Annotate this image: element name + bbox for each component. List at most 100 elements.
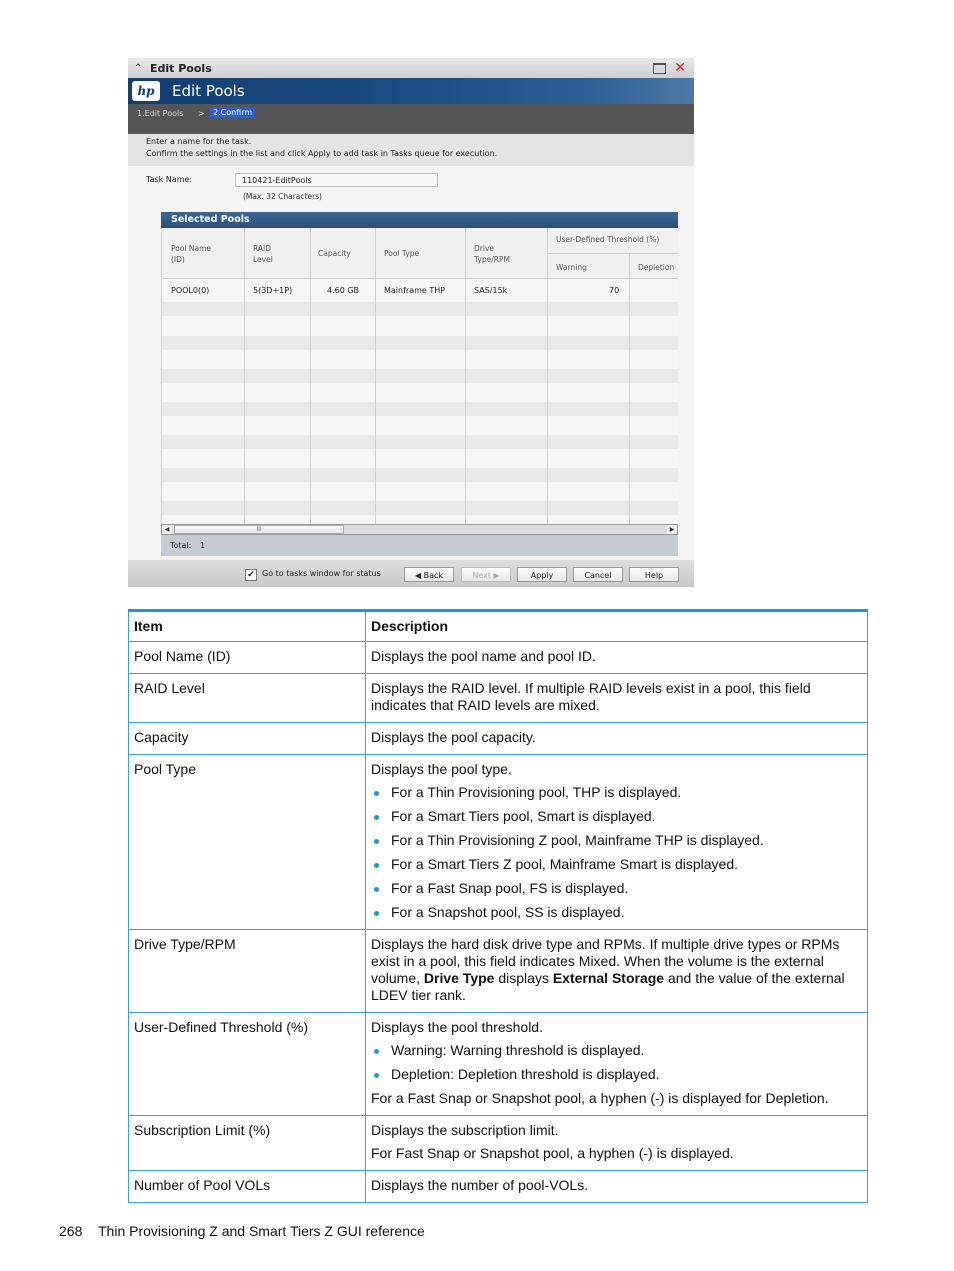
bullet-item: For a Thin Provisioning pool, THP is dis… xyxy=(371,784,862,801)
grid-stripe xyxy=(161,369,678,383)
table-row: Drive Type/RPM Displays the hard disk dr… xyxy=(128,929,868,1013)
bold-term: External Storage xyxy=(552,970,665,986)
header-text: Pool Name xyxy=(171,244,212,253)
bullet-list: Warning: Warning threshold is displayed.… xyxy=(371,1042,862,1083)
instruction-line: Enter a name for the task. xyxy=(146,137,252,146)
header-depletion[interactable]: Depletion xyxy=(638,262,674,273)
table-row: Number of Pool VOLs Displays the number … xyxy=(128,1170,868,1203)
bullet-item: Depletion: Depletion threshold is displa… xyxy=(371,1066,862,1083)
header-text: Drive xyxy=(474,244,494,253)
banner-title: Edit Pools xyxy=(172,82,245,100)
row-description: Displays the RAID level. If multiple RAI… xyxy=(365,673,868,723)
row-description: Displays the pool capacity. xyxy=(365,722,868,755)
column-divider xyxy=(161,228,162,524)
description-note: For Fast Snap or Snapshot pool, a hyphen… xyxy=(371,1145,734,1161)
wizard-steps: 1.Edit Pools > 2.Confirm xyxy=(128,104,694,134)
apply-button[interactable]: Apply xyxy=(517,567,567,582)
maximize-icon[interactable] xyxy=(653,62,667,74)
row-description: Displays the pool threshold. Warning: Wa… xyxy=(365,1012,868,1116)
next-arrow-icon: ▶ xyxy=(490,571,500,580)
row-description: Displays the pool name and pool ID. xyxy=(365,641,868,674)
wizard-banner: hp Edit Pools xyxy=(128,78,694,104)
grid-stripe xyxy=(161,336,678,350)
window-title: Edit Pools xyxy=(150,61,212,75)
header-text: Level xyxy=(253,255,273,264)
table-row: Subscription Limit (%) Displays the subs… xyxy=(128,1115,868,1171)
cell-pool-name: POOL0(0) xyxy=(171,286,210,295)
back-button[interactable]: ◀ Back xyxy=(404,567,454,582)
grid-stripe xyxy=(161,468,678,482)
header-text: Type/RPM xyxy=(474,255,510,264)
table-header-row: Item Description xyxy=(128,610,868,642)
scroll-left-icon[interactable]: ◀ xyxy=(162,525,172,534)
cell-raid-level: 5(3D+1P) xyxy=(253,286,293,295)
row-description: Displays the number of pool-VOLs. xyxy=(365,1170,868,1203)
header-warning[interactable]: Warning xyxy=(556,262,587,273)
grid-title: Selected Pools xyxy=(161,212,678,228)
column-divider xyxy=(375,228,376,524)
row-item: Pool Name (ID) xyxy=(128,641,366,674)
next-button[interactable]: Next ▶ xyxy=(461,567,511,582)
collapse-icon[interactable]: ⌃ xyxy=(134,63,144,74)
row-item: Capacity xyxy=(128,722,366,755)
help-button[interactable]: Help xyxy=(629,567,679,582)
row-item: Subscription Limit (%) xyxy=(128,1115,366,1171)
scroll-right-icon[interactable]: ▶ xyxy=(667,525,677,534)
page-footer: 268 Thin Provisioning Z and Smart Tiers … xyxy=(59,1223,425,1239)
bullet-item: For a Smart Tiers Z pool, Mainframe Smar… xyxy=(371,856,862,873)
column-divider xyxy=(244,228,245,524)
header-capacity[interactable]: Capacity xyxy=(318,248,351,259)
item-description-table: Item Description Pool Name (ID) Displays… xyxy=(128,609,868,1203)
header-divider xyxy=(547,253,678,254)
bullet-item: Warning: Warning threshold is displayed. xyxy=(371,1042,862,1059)
section-title: Thin Provisioning Z and Smart Tiers Z GU… xyxy=(98,1223,425,1239)
description-text: Displays the pool threshold. xyxy=(371,1019,543,1035)
task-name-hint: (Max. 32 Characters) xyxy=(243,192,322,201)
edit-pools-window: ⌃ Edit Pools ✕ hp Edit Pools 1.Edit Pool… xyxy=(128,58,694,587)
row-description: Displays the subscription limit. For Fas… xyxy=(365,1115,868,1171)
table-row: Pool Name (ID) Displays the pool name an… xyxy=(128,641,868,674)
column-divider xyxy=(629,253,630,524)
column-divider xyxy=(465,228,466,524)
bullet-item: For a Thin Provisioning Z pool, Mainfram… xyxy=(371,832,862,849)
row-item: Drive Type/RPM xyxy=(128,929,366,1013)
bullet-item: For a Snapshot pool, SS is displayed. xyxy=(371,904,862,921)
go-to-tasks-label: Go to tasks window for status xyxy=(262,569,381,578)
hp-logo: hp xyxy=(132,81,160,101)
scroll-thumb[interactable]: III xyxy=(174,525,344,534)
grid-stripe xyxy=(161,435,678,449)
header-drive-type[interactable]: Drive Type/RPM xyxy=(474,243,510,265)
next-label: Next xyxy=(472,571,491,580)
task-name-label: Task Name: xyxy=(146,175,193,184)
go-to-tasks-checkbox[interactable]: ✔ xyxy=(245,569,257,581)
header-raid-level[interactable]: RAID Level xyxy=(253,243,273,265)
bullet-item: For a Smart Tiers pool, Smart is display… xyxy=(371,808,862,825)
back-arrow-icon: ◀ xyxy=(414,571,424,580)
cell-capacity: 4.60 GB xyxy=(327,286,360,295)
row-item: Number of Pool VOLs xyxy=(128,1170,366,1203)
column-divider xyxy=(310,228,311,524)
header-threshold-group: User-Defined Threshold (%) xyxy=(556,235,660,244)
description-note: For a Fast Snap or Snapshot pool, a hyph… xyxy=(371,1090,829,1106)
bold-term: Drive Type xyxy=(423,970,495,986)
grid-stripe xyxy=(161,402,678,416)
header-pool-name[interactable]: Pool Name (ID) xyxy=(171,243,211,265)
total-bar: Total: 1 xyxy=(161,535,678,556)
row-item: RAID Level xyxy=(128,673,366,723)
table-row: User-Defined Threshold (%) Displays the … xyxy=(128,1012,868,1116)
cancel-button[interactable]: Cancel xyxy=(573,567,623,582)
instructions: Enter a name for the task. Confirm the s… xyxy=(128,134,694,166)
description-text: displays xyxy=(494,970,553,986)
page-number: 268 xyxy=(59,1223,83,1239)
header-description: Description xyxy=(365,610,868,642)
row-description: Displays the hard disk drive type and RP… xyxy=(365,929,868,1013)
task-name-input[interactable] xyxy=(235,173,438,187)
grid-stripe xyxy=(161,501,678,515)
table-row: Pool Type Displays the pool type. For a … xyxy=(128,754,868,930)
cell-warning: 70 xyxy=(609,286,620,295)
horizontal-scrollbar[interactable]: ◀ III ▶ xyxy=(161,524,678,535)
header-pool-type[interactable]: Pool Type xyxy=(384,248,419,259)
header-text: RAID xyxy=(253,244,272,253)
close-icon[interactable]: ✕ xyxy=(674,61,686,75)
bullet-item: For a Fast Snap pool, FS is displayed. xyxy=(371,880,862,897)
